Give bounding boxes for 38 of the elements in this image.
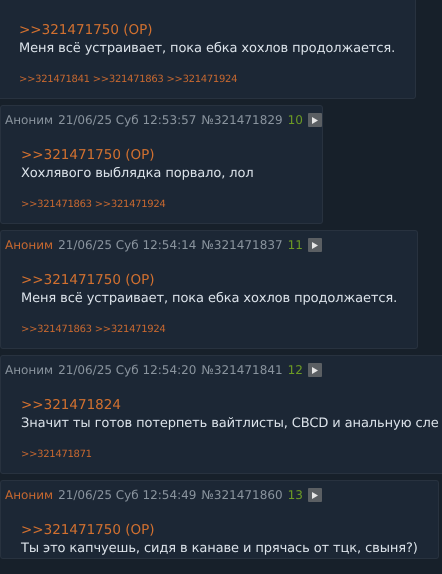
backlink[interactable]: >>321471924 [94,199,166,210]
backlink[interactable]: >>321471863 [21,324,92,335]
post-number-link[interactable]: №321471841 [201,363,283,377]
backlink[interactable]: >>321471863 [92,74,164,85]
post-text: Меня всё устраивает, пока ебка хохлов продолжается. [21,290,398,308]
post-number-link[interactable]: №321471837 [201,238,283,252]
post-number-link[interactable]: №321471860 [201,488,283,502]
post-date: 21/06/25 Суб 12:54:14 [58,238,196,252]
reply-link[interactable]: >>321471750 (OP) [21,271,398,290]
play-icon[interactable] [308,113,322,127]
post-number-link[interactable]: №321471829 [201,113,283,127]
post-text: Хохлявого выблядка порвало, лол [21,165,255,183]
play-icon[interactable] [308,363,322,377]
post-date: 21/06/25 Суб 12:53:57 [58,113,196,127]
backlink[interactable]: >>321471871 [21,449,92,460]
backlink[interactable]: >>321471924 [166,74,238,85]
post-text: Ты это капчуешь, сидя в канаве и прячась от тцк, свыня?) [21,540,418,558]
play-icon[interactable] [308,238,322,252]
post-index: 10 [288,113,303,127]
play-icon[interactable] [308,488,322,502]
backlink[interactable]: >>321471841 [19,74,90,85]
backlink[interactable]: >>321471863 [21,199,92,210]
reply-link[interactable]: >>321471750 (OP) [21,146,302,165]
post-date: 21/06/25 Суб 12:54:20 [58,363,196,377]
post-text: Меня всё устраивает, пока ебка хохлов продолжается. [19,40,396,58]
author-name: Аноним [5,238,54,252]
post-index: 11 [288,238,303,252]
reply-link[interactable]: >>321471824 [21,396,439,415]
author-name: Аноним [5,363,54,377]
backlink[interactable]: >>321471924 [94,324,166,335]
post-index: 13 [288,488,303,502]
author-name: Аноним [5,488,54,502]
post-date: 21/06/25 Суб 12:54:49 [58,488,196,502]
reply-link[interactable]: >>321471750 (OP) [21,521,418,540]
post-index: 12 [288,363,303,377]
author-name: Аноним [5,113,54,127]
post-text: Значит ты готов потерпеть вайтлисты, CBCD и анальную сле [21,415,439,433]
reply-link[interactable]: >>321471750 (OP) [19,21,396,40]
